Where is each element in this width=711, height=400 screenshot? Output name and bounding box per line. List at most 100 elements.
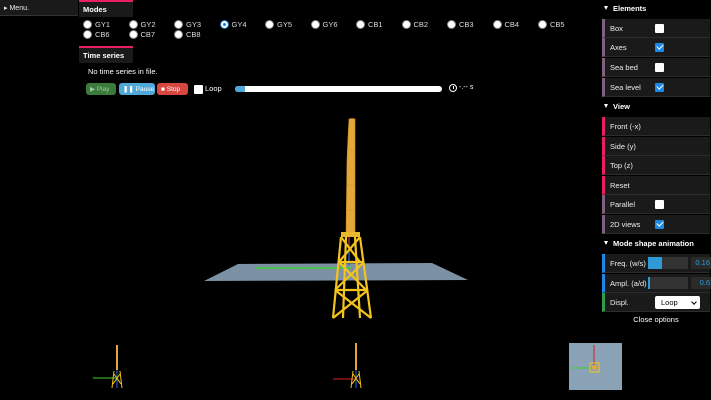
animation-title: Mode shape animation	[613, 238, 694, 248]
mode-option-cb4[interactable]: CB4	[492, 20, 539, 29]
loop-label: Loop	[205, 84, 222, 93]
menu-button[interactable]: ▸ Menu.	[0, 0, 78, 16]
mode-label: GY3	[186, 20, 202, 29]
mode-radio[interactable]	[174, 20, 183, 29]
freq-label: Freq. (w/s)	[610, 258, 646, 268]
element-axes-row[interactable]: Axes	[602, 38, 710, 57]
mode-radio[interactable]	[447, 20, 456, 29]
view-side-button[interactable]: Side (y)	[602, 137, 710, 156]
pause-button[interactable]: ❚❚ Pause	[119, 83, 155, 95]
mode-option-gy6[interactable]: GY6	[310, 20, 357, 29]
element-sealevel-row[interactable]: Sea level	[602, 78, 710, 97]
mode-label: CB1	[368, 20, 383, 29]
mode-option-cb3[interactable]: CB3	[447, 20, 493, 29]
mode-label: CB2	[413, 20, 429, 29]
element-sealevel-checkbox[interactable]	[655, 82, 664, 92]
displ-row: Displ. Loop	[602, 293, 710, 312]
mode-option-gy3[interactable]: GY3	[174, 20, 220, 29]
mode-option-gy2[interactable]: GY2	[128, 20, 175, 29]
view-parallel-row[interactable]: Parallel	[602, 195, 710, 214]
view-top-label: Top (z)	[610, 160, 633, 170]
side-view-left	[93, 345, 123, 389]
time-slider-handle[interactable]	[235, 86, 245, 92]
modes-row-2: CB6 CB7 CB8	[83, 30, 220, 39]
mode-radio[interactable]	[310, 20, 320, 29]
mode-radio[interactable]	[128, 30, 138, 39]
view-front-button[interactable]: Front (-x)	[602, 117, 710, 136]
mode-radio[interactable]	[538, 20, 547, 29]
time-series-tab[interactable]: Time series	[79, 46, 133, 63]
view-2d-checkbox[interactable]	[655, 219, 664, 229]
transition-piece	[341, 232, 360, 237]
mode-option-gy5[interactable]: GY5	[265, 20, 311, 29]
pause-label: Pause	[135, 85, 155, 93]
loop-checkbox[interactable]	[194, 85, 203, 94]
ampl-value[interactable]: 0.6	[691, 277, 711, 289]
element-axes-label: Axes	[610, 42, 627, 52]
mode-option-cb8[interactable]: CB8	[174, 30, 220, 39]
mode-option-cb5[interactable]: CB5	[538, 20, 584, 29]
play-icon: ▶	[90, 86, 97, 93]
element-axes-checkbox[interactable]	[655, 42, 664, 52]
elements-section-header[interactable]: Elements	[600, 0, 711, 16]
animation-section-header[interactable]: Mode shape animation	[600, 235, 711, 251]
mode-radio[interactable]	[492, 20, 502, 29]
modes-tab[interactable]: Modes	[79, 0, 133, 17]
element-box-row[interactable]: Box	[602, 19, 710, 38]
element-seabed-row[interactable]: Sea bed	[602, 58, 710, 77]
modes-row-1: GY1 GY2 GY3 GY4 GY5 GY6 CB1 CB2 CB3 CB4 CB5	[83, 20, 584, 29]
clock-icon	[449, 84, 457, 92]
play-button[interactable]: ▶ Play	[86, 83, 116, 95]
mode-label: GY1	[95, 20, 111, 29]
freq-slider-fill	[648, 257, 662, 269]
mode-option-cb7[interactable]: CB7	[128, 30, 175, 39]
top-view	[569, 343, 622, 390]
ampl-label: Ampl. (a/d)	[610, 278, 647, 288]
element-box-label: Box	[610, 23, 623, 33]
mode-option-cb1[interactable]: CB1	[356, 20, 402, 29]
mode-label: GY2	[140, 20, 156, 29]
time-series-message: No time series in file.	[88, 67, 158, 76]
collapse-triangle-icon	[604, 6, 608, 10]
displ-selected-value: Loop	[661, 298, 678, 307]
stop-label: Stop	[166, 85, 181, 93]
mode-label: GY6	[322, 20, 338, 29]
view-top-button[interactable]: Top (z)	[602, 156, 710, 175]
element-seabed-checkbox[interactable]	[655, 62, 664, 72]
element-box-checkbox[interactable]	[655, 23, 664, 33]
view-title: View	[613, 101, 630, 111]
mode-radio[interactable]	[356, 20, 365, 29]
view-side-label: Side (y)	[610, 141, 636, 151]
mode-label: CB5	[550, 20, 565, 29]
mode-option-gy1[interactable]: GY1	[83, 20, 129, 29]
mode-label: CB4	[504, 20, 520, 29]
mode-option-cb2[interactable]: CB2	[401, 20, 448, 29]
displ-select[interactable]: Loop	[655, 296, 700, 309]
mode-option-gy4[interactable]: GY4	[219, 20, 266, 29]
view-parallel-checkbox[interactable]	[655, 199, 664, 209]
view-2d-row[interactable]: 2D views	[602, 215, 710, 234]
freq-slider[interactable]	[648, 257, 688, 269]
mode-radio[interactable]	[128, 20, 138, 29]
view-section-header[interactable]: View	[600, 98, 711, 114]
play-label: Play	[96, 85, 110, 93]
time-slider[interactable]	[235, 86, 442, 92]
mode-radio[interactable]	[83, 20, 92, 29]
sea-level-plane	[204, 263, 468, 281]
mode-radio[interactable]	[265, 20, 274, 29]
mode-radio[interactable]	[174, 30, 183, 39]
freq-value[interactable]: 0.16	[691, 257, 711, 269]
ampl-slider[interactable]	[648, 277, 688, 289]
mode-radio[interactable]	[401, 20, 411, 29]
element-sealevel-label: Sea level	[610, 82, 641, 92]
ampl-slider-fill	[648, 277, 650, 289]
mode-option-cb6[interactable]: CB6	[83, 30, 129, 39]
mode-radio[interactable]	[219, 20, 229, 29]
mode-radio[interactable]	[83, 30, 92, 39]
stop-button[interactable]: ■ Stop	[157, 83, 188, 95]
collapse-triangle-icon	[604, 104, 608, 108]
close-options-button[interactable]: Close options	[602, 313, 710, 327]
menu-label: Menu.	[9, 5, 29, 12]
view-reset-button[interactable]: Reset	[602, 176, 710, 195]
view-front-label: Front (-x)	[610, 121, 641, 131]
